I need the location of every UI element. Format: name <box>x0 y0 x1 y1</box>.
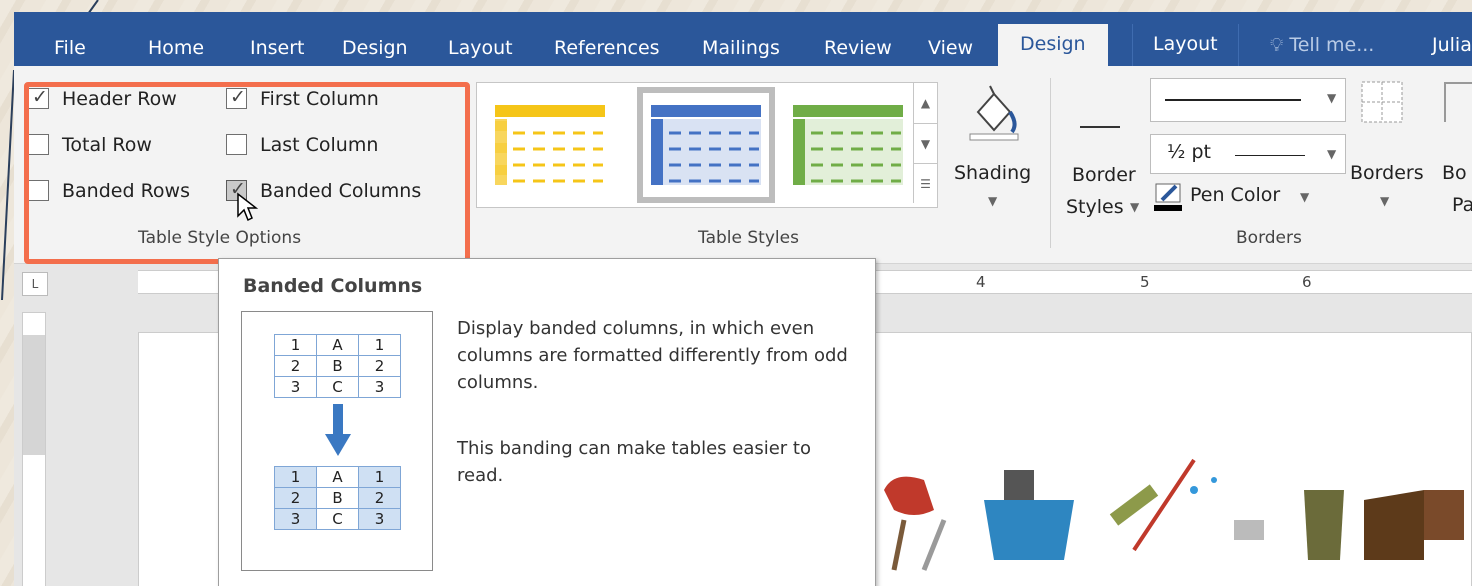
shading-button[interactable]: Shading ▼ <box>948 76 1038 226</box>
table-style-blue[interactable] <box>637 87 775 203</box>
line-weight-dropdown[interactable]: ½ pt ▼ <box>1150 134 1346 174</box>
table-row: 2 B 2 <box>274 487 401 509</box>
table-row: 3 C 3 <box>274 508 401 530</box>
table-cell: 2 <box>274 355 317 377</box>
line-preview <box>1165 99 1301 101</box>
gallery-more-button[interactable]: ☰ <box>913 163 937 203</box>
table-row: 3 C 3 <box>274 376 401 398</box>
border-styles-label-line1: Border <box>1072 164 1136 186</box>
table-cell: 3 <box>274 508 317 530</box>
table-style-yellow[interactable] <box>491 97 609 193</box>
highlight-box <box>24 82 470 264</box>
table-row: 1 A 1 <box>274 466 401 488</box>
paint-bucket-icon <box>969 85 1019 141</box>
pen-icon <box>1154 183 1182 211</box>
borders-group-label: Borders <box>1236 228 1302 248</box>
borders-label: Borders <box>1350 162 1424 184</box>
table-cell: B <box>316 487 359 509</box>
table-cell: 1 <box>358 466 401 488</box>
table-cell: C <box>316 376 359 398</box>
tab-selector-button[interactable]: L <box>22 272 48 296</box>
table-row: 1 A 1 <box>274 334 401 356</box>
shading-label: Shading <box>954 162 1032 184</box>
table-cell: 2 <box>358 355 401 377</box>
table-style-green[interactable] <box>789 97 907 193</box>
tab-references[interactable]: References <box>554 34 660 66</box>
tooltip-illustration: 1 A 1 2 B 2 3 C 3 1 A 1 2 B 2 3 C 3 <box>241 311 433 571</box>
user-name[interactable]: Julia <box>1432 34 1472 56</box>
table-cell: A <box>316 466 359 488</box>
table-cell: 3 <box>274 376 317 398</box>
borders-grid-icon <box>1361 81 1403 123</box>
tell-me-box[interactable]: 💡︎ Tell me... <box>1270 34 1374 56</box>
table-cell: B <box>316 355 359 377</box>
table-after-example: 1 A 1 2 B 2 3 C 3 <box>274 466 401 530</box>
cleaning-clipart-image <box>884 458 1464 571</box>
tab-review[interactable]: Review <box>824 34 892 66</box>
chevron-down-icon: ▼ <box>1327 91 1337 105</box>
chevron-down-icon: ▼ <box>988 194 998 208</box>
tab-table-design[interactable]: Design <box>998 24 1108 66</box>
table-cell: 1 <box>274 466 317 488</box>
tab-home[interactable]: Home <box>148 34 204 66</box>
tab-design[interactable]: Design <box>342 34 408 66</box>
border-styles-label-line2: Styles <box>1066 196 1124 218</box>
tooltip-note: This banding can make tables easier to r… <box>457 438 811 486</box>
table-cell: 1 <box>358 334 401 356</box>
gallery-scroll-up-button[interactable]: ▲ <box>913 83 937 123</box>
vertical-ruler-margin <box>23 335 45 455</box>
group-separator <box>1050 78 1051 248</box>
tell-me-text: Tell me... <box>1289 34 1375 56</box>
gallery-scroll-down-button[interactable]: ▼ <box>913 123 937 163</box>
table-cell: 2 <box>274 487 317 509</box>
ribbon: ✓ Header Row ✓ First Column Total Row La… <box>14 66 1472 264</box>
table-cell: A <box>316 334 359 356</box>
mouse-pointer-icon <box>237 192 259 222</box>
table-cell: 3 <box>358 376 401 398</box>
table-before-example: 1 A 1 2 B 2 3 C 3 <box>274 334 401 398</box>
lightbulb-icon: 💡︎ <box>1270 34 1284 56</box>
tooltip-description: Display banded columns, in which even co… <box>457 318 848 393</box>
tooltip-title: Banded Columns <box>243 275 423 297</box>
vertical-ruler[interactable] <box>22 312 46 586</box>
table-styles-label: Table Styles <box>698 228 799 248</box>
pen-color-button[interactable]: Pen Color ▼ <box>1154 182 1344 216</box>
chevron-down-icon: ▼ <box>1380 194 1390 208</box>
word-window: File Home Insert Design Layout Reference… <box>14 12 1472 586</box>
border-painter-label-line2: Pai <box>1452 194 1472 216</box>
ruler-number: 6 <box>1302 273 1312 291</box>
table-cell: 3 <box>358 508 401 530</box>
border-styles-button[interactable]: Border Styles ▼ <box>1058 76 1148 226</box>
tab-file[interactable]: File <box>54 34 86 66</box>
border-painter-label-line1: Bo <box>1442 162 1467 184</box>
chevron-down-icon: ▼ <box>1327 147 1337 161</box>
border-painter-button[interactable]: Bo Pai <box>1438 76 1472 226</box>
arrow-down-icon <box>325 404 351 456</box>
ruler-number: 5 <box>1140 273 1150 291</box>
tab-insert[interactable]: Insert <box>250 34 305 66</box>
chevron-down-icon: ▼ <box>1300 190 1310 204</box>
borders-button[interactable]: Borders ▼ <box>1348 76 1438 226</box>
tab-mailings[interactable]: Mailings <box>702 34 780 66</box>
tab-layout[interactable]: Layout <box>448 34 513 66</box>
banded-columns-tooltip: Banded Columns 1 A 1 2 B 2 3 C 3 1 A 1 2… <box>218 258 876 586</box>
table-styles-gallery: ▲ ▼ ☰ <box>476 82 938 208</box>
table-cell: 1 <box>274 334 317 356</box>
line-style-dropdown[interactable]: ▼ <box>1150 78 1346 122</box>
tab-view[interactable]: View <box>928 34 973 66</box>
border-painter-icon <box>1444 82 1472 122</box>
pen-color-label: Pen Color <box>1190 184 1281 206</box>
table-row: 2 B 2 <box>274 355 401 377</box>
ruler-number: 4 <box>976 273 986 291</box>
line-weight-value: ½ pt <box>1167 141 1211 163</box>
ribbon-tab-bar: File Home Insert Design Layout Reference… <box>14 12 1472 66</box>
line-style-icon <box>1080 126 1120 128</box>
table-cell: C <box>316 508 359 530</box>
table-cell: 2 <box>358 487 401 509</box>
line-preview <box>1235 155 1305 156</box>
chevron-down-icon: ▼ <box>1130 200 1140 214</box>
tab-table-layout[interactable]: Layout <box>1132 24 1239 66</box>
